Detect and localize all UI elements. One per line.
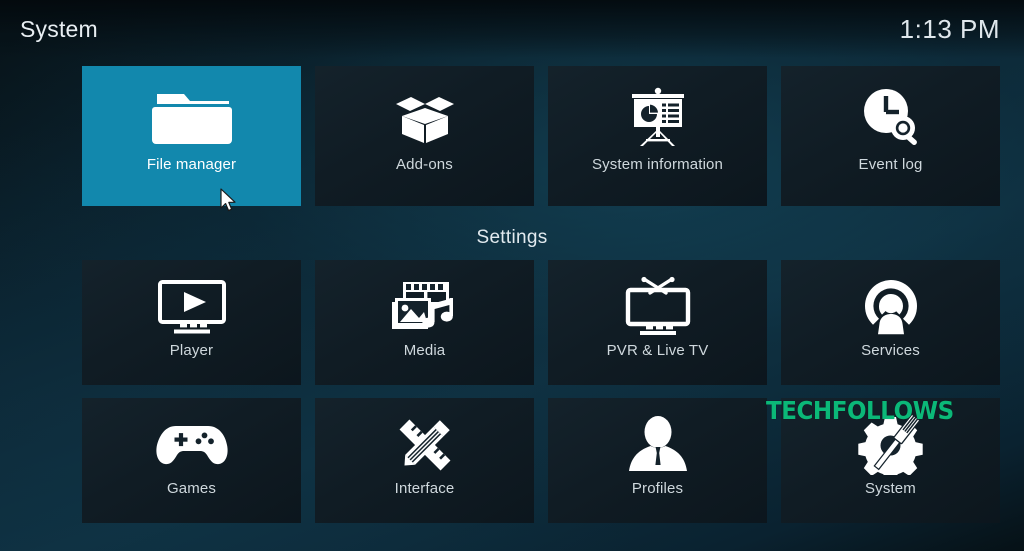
tile-label: File manager <box>146 156 237 173</box>
clock: 1:13 PM <box>899 13 1000 44</box>
tile-label: Event log <box>858 156 923 173</box>
tile-profiles[interactable]: Profiles <box>548 398 767 523</box>
tile-label: Add-ons <box>396 156 453 173</box>
tile-player[interactable]: Player <box>82 260 301 385</box>
tile-interface[interactable]: Interface <box>315 398 534 523</box>
tile-system-information[interactable]: System information <box>548 66 767 206</box>
page-title: System <box>20 15 98 42</box>
kodi-system-screen: System 1:13 PM File manager Add-ons Syst… <box>0 0 1024 551</box>
pencil-ruler-icon <box>315 398 534 478</box>
tile-media[interactable]: Media <box>315 260 534 385</box>
tile-label: Games <box>166 480 217 497</box>
presentation-board-icon <box>548 66 767 152</box>
tile-games[interactable]: Games <box>82 398 301 523</box>
person-bust-icon <box>548 398 767 478</box>
tile-label: System <box>865 480 916 497</box>
settings-section-heading: Settings <box>476 227 548 248</box>
film-photo-music-icon <box>315 260 534 340</box>
broadcast-person-icon <box>781 260 1000 340</box>
clock-search-icon <box>781 66 1000 152</box>
tile-system[interactable]: System <box>781 398 1000 523</box>
tile-label: PVR & Live TV <box>606 342 709 359</box>
tile-label: Media <box>403 342 446 359</box>
tile-add-ons[interactable]: Add-ons <box>315 66 534 206</box>
tile-services[interactable]: Services <box>781 260 1000 385</box>
tile-label: Profiles <box>631 480 684 497</box>
settings-row-two: Games Interface Profiles System <box>82 398 1000 523</box>
gear-screwdriver-icon <box>781 398 1000 478</box>
monitor-play-icon <box>82 260 301 340</box>
open-box-icon <box>315 66 534 152</box>
gamepad-icon <box>82 398 301 478</box>
top-bar: System 1:13 PM <box>0 0 1024 58</box>
tile-pvr-live-tv[interactable]: PVR & Live TV <box>548 260 767 385</box>
folder-icon <box>82 66 301 152</box>
tile-label: System information <box>591 156 724 173</box>
tv-antenna-icon <box>548 260 767 340</box>
settings-row-one: Player Media PVR & Live TV Services <box>82 260 1000 385</box>
tile-file-manager[interactable]: File manager <box>82 66 301 206</box>
tile-event-log[interactable]: Event log <box>781 66 1000 206</box>
tile-label: Interface <box>394 480 455 497</box>
system-top-row: File manager Add-ons System information … <box>82 66 1000 206</box>
tile-label: Services <box>861 342 920 359</box>
tile-label: Player <box>169 342 214 359</box>
